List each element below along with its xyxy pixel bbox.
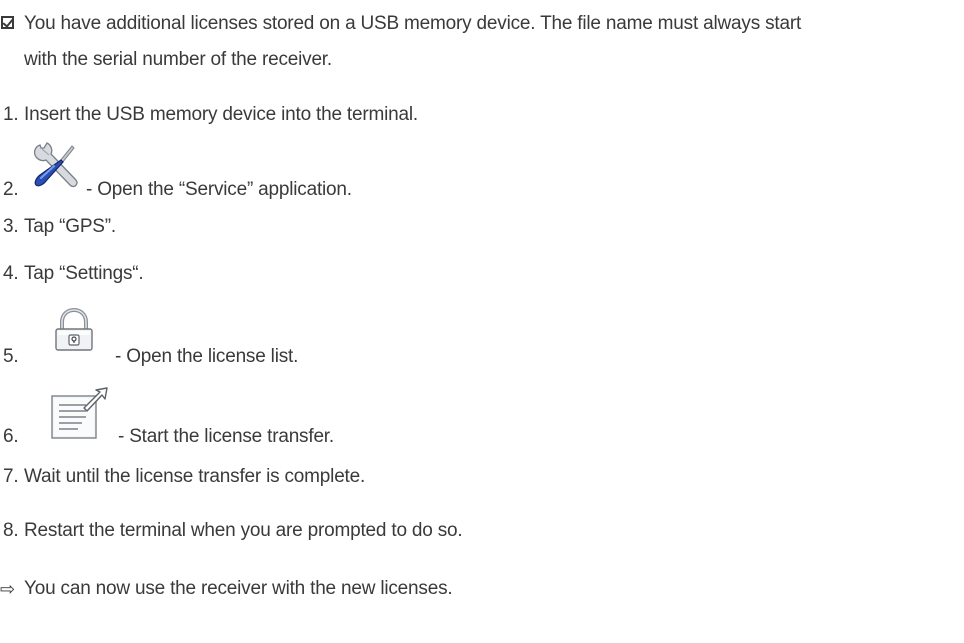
step-text: Restart the terminal when you are prompt… [24,520,463,541]
step-text: Wait until the license transfer is compl… [24,466,366,487]
step-4: 4. Tap “Settings“. [0,263,964,285]
step-6: 6. - Start the license transfer. [0,386,964,447]
step-number: 2. [3,179,19,200]
service-tools-icon [32,141,78,199]
step-number: 8. [3,520,19,541]
step-text: Insert the USB memory device into the te… [24,104,418,125]
step-3: 3. Tap “GPS”. [0,216,964,238]
step-text: Tap “Settings“. [24,263,144,284]
step-number: 6. [3,426,19,447]
prerequisite-line-2: with the serial number of the receiver. [24,49,332,70]
step-number: 5. [3,346,19,367]
step-1: 1. Insert the USB memory device into the… [0,104,964,126]
step-text: Tap “GPS”. [24,216,116,237]
step-number: 7. [3,466,19,487]
step-number: 1. [3,104,19,125]
prerequisite-line-1: You have additional licenses stored on a… [24,13,802,34]
result: ⇨ You can now use the receiver with the … [0,578,964,602]
result-text: You can now use the receiver with the ne… [24,578,453,599]
step-text: - Open the “Service” application. [86,179,352,200]
checked-checkbox-icon [1,16,14,29]
step-7: 7. Wait until the license transfer is co… [0,466,964,488]
step-text: - Open the license list. [115,346,299,367]
step-text: - Start the license transfer. [118,426,334,447]
result-arrow-icon: ⇨ [0,579,15,599]
step-number: 3. [3,216,19,237]
step-8: 8. Restart the terminal when you are pro… [0,520,964,542]
prerequisite: You have additional licenses stored on a… [0,13,964,73]
padlock-icon [52,307,96,358]
step-5: 5. - Open the license list. [0,307,964,367]
license-transfer-icon [50,386,110,446]
step-2: 2. - Open the “Service” application. [0,141,964,201]
step-number: 4. [3,263,19,284]
